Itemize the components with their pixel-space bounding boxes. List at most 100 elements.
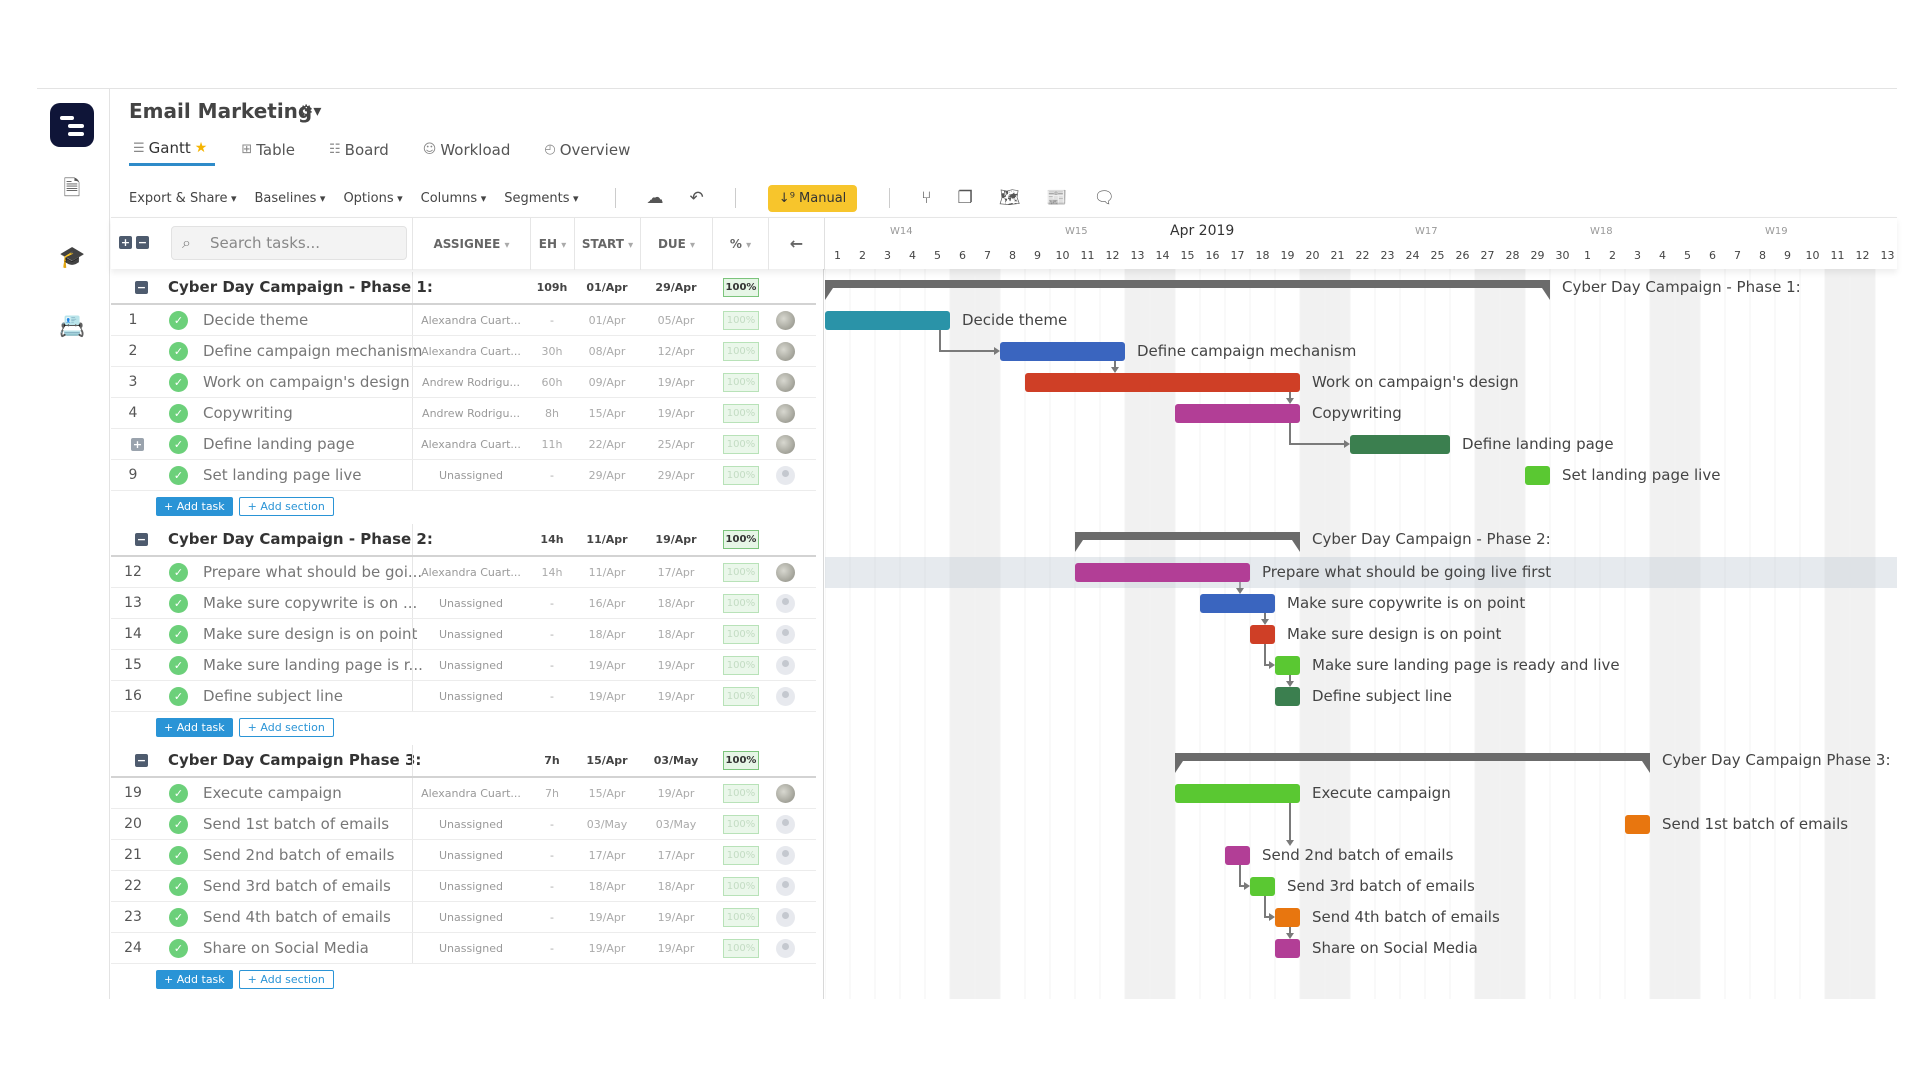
task-start[interactable]: 29/Apr [574,469,640,482]
task-assignee[interactable]: Andrew Rodrigu... [412,407,530,420]
task-hours[interactable]: - [530,942,574,955]
task-row[interactable]: 2 ✓ Define campaign mechanism Alexandra Cua… [111,336,816,367]
cloud-save-icon[interactable]: ☁ [647,188,664,208]
add-section-button[interactable]: + Add section [238,970,334,989]
task-assignee[interactable]: Alexandra Cuart... [412,438,530,451]
task-row[interactable]: 13 ✓ Make sure copywrite is on ... Unassign… [111,588,816,619]
task-hours[interactable]: 8h [530,407,574,420]
newspaper-icon[interactable]: 📰 [1046,188,1067,208]
task-bar[interactable] [1175,784,1300,803]
search-input[interactable]: ⌕ Search tasks... [171,226,407,260]
avatar[interactable] [776,311,795,330]
avatar[interactable] [776,908,795,927]
task-name[interactable]: Execute campaign [203,784,342,802]
eh-column-header[interactable]: EH ▾ [530,218,574,270]
star-icon[interactable]: ★ [195,140,208,156]
task-bar[interactable] [1025,373,1300,392]
comment-icon[interactable]: 🗨 [1094,188,1116,208]
task-row[interactable]: 16 ✓ Define subject line Unassigned -19/Apr 1… [111,681,816,712]
task-row[interactable]: 12 ✓ Prepare what should be goi... Alexandr… [111,557,816,588]
contact-card-icon[interactable]: 📇 [59,313,85,339]
task-due[interactable]: 19/Apr [640,690,712,703]
task-hours[interactable]: - [530,659,574,672]
task-name[interactable]: Send 3rd batch of emails [203,877,391,895]
due-column-header[interactable]: DUE ▾ [640,218,712,270]
task-start[interactable]: 01/Apr [574,314,640,327]
avatar[interactable] [776,877,795,896]
task-progress[interactable]: 100% [723,342,759,361]
gear-icon[interactable]: ⚙▾ [299,101,321,120]
task-progress[interactable]: 100% [723,373,759,392]
collapse-grid-arrow[interactable]: ← [768,218,824,270]
task-start[interactable]: 22/Apr [574,438,640,451]
task-start[interactable]: 19/Apr [574,690,640,703]
task-progress[interactable]: 100% [723,311,759,330]
task-row[interactable]: 3 ✓ Work on campaign's design Andrew Rodrig… [111,367,816,398]
task-due[interactable]: 03/May [640,818,712,831]
task-start[interactable]: 15/Apr [574,787,640,800]
task-name[interactable]: Make sure design is on point [203,625,417,643]
avatar[interactable] [776,594,795,613]
task-bar[interactable] [1275,656,1300,675]
section-name[interactable]: Cyber Day Campaign - Phase 2: [168,530,433,548]
task-assignee[interactable]: Andrew Rodrigu... [412,376,530,389]
task-name[interactable]: Work on campaign's design [203,373,410,391]
completed-check-icon[interactable]: ✓ [169,939,188,958]
task-assignee[interactable]: Unassigned [412,911,530,924]
task-bar[interactable] [1225,846,1250,865]
avatar[interactable] [776,784,795,803]
task-bar[interactable] [1250,625,1275,644]
section-row[interactable]: − Cyber Day Campaign - Phase 2: 14h 11/Apr 1… [111,524,816,557]
completed-check-icon[interactable]: ✓ [169,404,188,423]
task-hours[interactable]: - [530,911,574,924]
task-bar[interactable] [1200,594,1275,613]
branch-icon[interactable]: ⑂ [921,188,931,208]
completed-check-icon[interactable]: ✓ [169,311,188,330]
avatar[interactable] [776,404,795,423]
completed-check-icon[interactable]: ✓ [169,908,188,927]
completed-check-icon[interactable]: ✓ [169,877,188,896]
task-hours[interactable]: - [530,690,574,703]
task-assignee[interactable]: Unassigned [412,597,530,610]
task-progress[interactable]: 100% [723,466,759,485]
task-progress[interactable]: 100% [723,656,759,675]
completed-check-icon[interactable]: ✓ [169,687,188,706]
add-task-button[interactable]: + Add task [156,970,233,989]
task-start[interactable]: 19/Apr [574,911,640,924]
task-hours[interactable]: 11h [530,438,574,451]
section-row[interactable]: − Cyber Day Campaign Phase 3: 7h 15/Apr 03/M… [111,745,816,778]
completed-check-icon[interactable]: ✓ [169,594,188,613]
task-hours[interactable]: 30h [530,345,574,358]
task-row[interactable]: 1 ✓ Decide theme Alexandra Cuart... -01/Apr 0… [111,305,816,336]
task-progress[interactable]: 100% [723,939,759,958]
avatar[interactable] [776,846,795,865]
task-due[interactable]: 18/Apr [640,880,712,893]
task-name[interactable]: Decide theme [203,311,308,329]
avatar[interactable] [776,625,795,644]
completed-check-icon[interactable]: ✓ [169,435,188,454]
app-logo[interactable] [50,103,94,147]
task-start[interactable]: 19/Apr [574,659,640,672]
avatar[interactable] [776,342,795,361]
task-due[interactable]: 05/Apr [640,314,712,327]
task-due[interactable]: 25/Apr [640,438,712,451]
task-start[interactable]: 18/Apr [574,628,640,641]
task-name[interactable]: Set landing page live [203,466,361,484]
collapse-section-button[interactable]: − [135,754,148,767]
task-start[interactable]: 09/Apr [574,376,640,389]
task-start[interactable]: 08/Apr [574,345,640,358]
task-due[interactable]: 19/Apr [640,911,712,924]
task-due[interactable]: 29/Apr [640,469,712,482]
task-assignee[interactable]: Unassigned [412,690,530,703]
task-hours[interactable]: 14h [530,566,574,579]
document-icon[interactable]: 🗎 [59,175,85,201]
avatar[interactable] [776,563,795,582]
task-name[interactable]: Define subject line [203,687,343,705]
task-assignee[interactable]: Unassigned [412,942,530,955]
tab-board[interactable]: ☷ Board [325,139,397,166]
task-bar[interactable] [1275,687,1300,706]
task-assignee[interactable]: Unassigned [412,818,530,831]
avatar[interactable] [776,687,795,706]
collapse-section-button[interactable]: − [135,281,148,294]
task-row[interactable]: 14 ✓ Make sure design is on point Unassigne… [111,619,816,650]
